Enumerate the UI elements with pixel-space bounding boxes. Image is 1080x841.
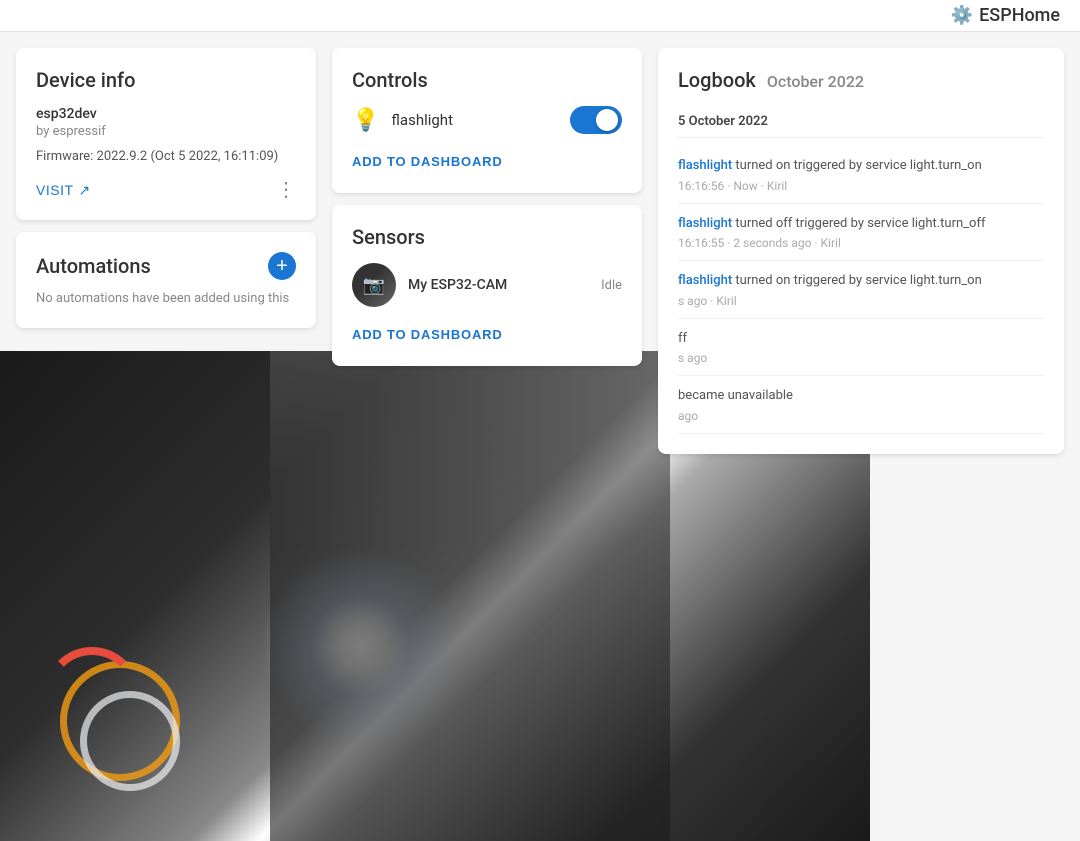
logbook-title: Logbook October 2022 bbox=[678, 68, 1044, 92]
automations-title: Automations bbox=[36, 254, 151, 278]
logbook-entry: ff s ago bbox=[678, 319, 1044, 377]
automations-empty-text: No automations have been added using thi… bbox=[36, 290, 296, 308]
sensor-avatar: 📷 bbox=[352, 263, 396, 307]
logbook-action: turned on triggered by service light.tur… bbox=[735, 158, 981, 173]
sensor-status: Idle bbox=[601, 278, 622, 293]
device-firmware: Firmware: 2022.9.2 (Oct 5 2022, 16:11:09… bbox=[36, 149, 296, 164]
logbook-entry-text: flashlight turned on triggered by servic… bbox=[678, 156, 1044, 176]
flashlight-control-row: 💡 flashlight bbox=[352, 106, 622, 134]
logbook-date-header: 5 October 2022 bbox=[678, 106, 1044, 138]
app-logo: ⚙️ ESPHome bbox=[951, 5, 1060, 26]
logbook-entry: flashlight turned on triggered by servic… bbox=[678, 146, 1044, 204]
sensor-row: 📷 My ESP32-CAM Idle bbox=[352, 263, 622, 307]
logbook-month: October 2022 bbox=[767, 72, 864, 91]
main-layout: Device info esp32dev by espressif Firmwa… bbox=[0, 32, 1080, 470]
logbook-action: ff bbox=[678, 331, 687, 346]
sensors-card: Sensors 📷 My ESP32-CAM Idle ADD TO DASHB… bbox=[332, 205, 642, 366]
device-by: by espressif bbox=[36, 124, 296, 139]
sensors-title: Sensors bbox=[352, 225, 622, 249]
logbook-entry-text: ff bbox=[678, 329, 1044, 349]
visit-button[interactable]: VISIT ↗ bbox=[36, 182, 91, 199]
logbook-time: s ago bbox=[678, 351, 1044, 365]
visit-label: VISIT bbox=[36, 182, 74, 198]
bulb-icon: 💡 bbox=[352, 108, 379, 133]
logbook-entry-text: flashlight turned off triggered by servi… bbox=[678, 214, 1044, 234]
topbar: ⚙️ ESPHome bbox=[0, 0, 1080, 32]
logbook-entity: flashlight bbox=[678, 158, 732, 173]
logbook-action: turned off triggered by service light.tu… bbox=[735, 216, 985, 231]
right-column: Logbook October 2022 5 October 2022 flas… bbox=[658, 48, 1064, 454]
device-name: esp32dev bbox=[36, 106, 296, 122]
logbook-entry: flashlight turned off triggered by servi… bbox=[678, 204, 1044, 262]
middle-column: Controls 💡 flashlight ADD TO DASHBOARD S… bbox=[332, 48, 642, 454]
logbook-action: became unavailable bbox=[678, 388, 793, 403]
logbook-time: 16:16:56 · Now · Kiril bbox=[678, 179, 1044, 193]
flashlight-toggle[interactable] bbox=[570, 106, 622, 134]
sensors-add-to-dashboard-button[interactable]: ADD TO DASHBOARD bbox=[352, 323, 622, 346]
add-automation-button[interactable]: + bbox=[268, 252, 296, 280]
more-options-button[interactable]: ⋮ bbox=[276, 180, 296, 200]
controls-title: Controls bbox=[352, 68, 622, 92]
logbook-time: 16:16:55 · 2 seconds ago · Kiril bbox=[678, 236, 1044, 250]
logo-icon: ⚙️ bbox=[951, 5, 973, 26]
external-link-icon: ↗ bbox=[79, 182, 91, 199]
left-column: Device info esp32dev by espressif Firmwa… bbox=[16, 48, 316, 454]
automations-header: Automations + bbox=[36, 252, 296, 280]
toggle-thumb bbox=[596, 109, 618, 131]
device-info-title: Device info bbox=[36, 68, 296, 92]
logbook-entry-text: flashlight turned on triggered by servic… bbox=[678, 271, 1044, 291]
logbook-time: s ago · Kiril bbox=[678, 294, 1044, 308]
wire-decoration-2 bbox=[80, 691, 180, 791]
logo-text: ESPHome bbox=[979, 5, 1060, 26]
logbook-action: turned on triggered by service light.tur… bbox=[735, 273, 981, 288]
logbook-time: ago bbox=[678, 409, 1044, 423]
logbook-card: Logbook October 2022 5 October 2022 flas… bbox=[658, 48, 1064, 454]
sensor-name: My ESP32-CAM bbox=[408, 277, 589, 293]
flashlight-label: flashlight bbox=[391, 111, 558, 129]
device-info-card: Device info esp32dev by espressif Firmwa… bbox=[16, 48, 316, 220]
controls-add-to-dashboard-button[interactable]: ADD TO DASHBOARD bbox=[352, 150, 622, 173]
logbook-entity: flashlight bbox=[678, 216, 732, 231]
controls-card: Controls 💡 flashlight ADD TO DASHBOARD bbox=[332, 48, 642, 193]
sensor-avatar-inner: 📷 bbox=[352, 263, 396, 307]
logbook-entity: flashlight bbox=[678, 273, 732, 288]
device-info-footer: VISIT ↗ ⋮ bbox=[36, 180, 296, 200]
automations-card: Automations + No automations have been a… bbox=[16, 232, 316, 328]
logbook-entry: became unavailable ago bbox=[678, 376, 1044, 434]
logbook-entry: flashlight turned on triggered by servic… bbox=[678, 261, 1044, 319]
logbook-entry-text: became unavailable bbox=[678, 386, 1044, 406]
